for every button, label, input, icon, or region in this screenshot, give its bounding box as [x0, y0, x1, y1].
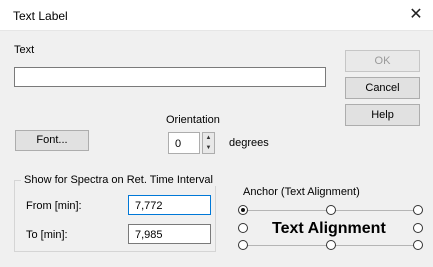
- anchor-top-center-radio[interactable]: [326, 205, 336, 215]
- anchor-bottom-left-radio[interactable]: [238, 240, 248, 250]
- spectra-group-title: Show for Spectra on Ret. Time Interval: [21, 174, 216, 186]
- from-label: From [min]:: [26, 200, 82, 212]
- close-icon[interactable]: ✕: [405, 4, 427, 26]
- text-label: Text: [14, 44, 35, 56]
- orientation-spinner[interactable]: ▲ ▼: [202, 132, 215, 154]
- spin-up-icon[interactable]: ▲: [203, 133, 214, 143]
- orientation-input[interactable]: 0: [168, 132, 200, 154]
- cancel-button[interactable]: Cancel: [345, 77, 420, 99]
- to-input[interactable]: 7,985: [128, 224, 211, 244]
- to-label: To [min]:: [26, 229, 68, 241]
- font-button[interactable]: Font...: [15, 130, 89, 151]
- help-button[interactable]: Help: [345, 104, 420, 126]
- spin-down-icon[interactable]: ▼: [203, 143, 214, 153]
- title-bar: Text Label ✕: [0, 0, 433, 31]
- anchor-middle-right-radio[interactable]: [413, 223, 423, 233]
- degrees-label: degrees: [229, 137, 269, 149]
- anchor-middle-left-radio[interactable]: [238, 223, 248, 233]
- text-input[interactable]: [14, 67, 326, 87]
- anchor-top-left-radio[interactable]: [238, 205, 248, 215]
- window-title: Text Label: [13, 9, 68, 23]
- anchor-title: Anchor (Text Alignment): [243, 186, 360, 198]
- from-input[interactable]: 7,772: [128, 195, 211, 215]
- anchor-bottom-center-radio[interactable]: [326, 240, 336, 250]
- orientation-label: Orientation: [166, 114, 220, 126]
- anchor-preview-text: Text Alignment: [272, 220, 386, 237]
- ok-button[interactable]: OK: [345, 50, 420, 72]
- anchor-top-right-radio[interactable]: [413, 205, 423, 215]
- anchor-bottom-right-radio[interactable]: [413, 240, 423, 250]
